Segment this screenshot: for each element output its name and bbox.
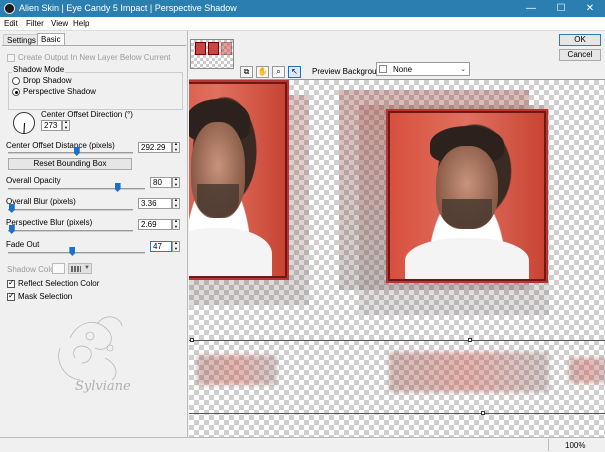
menu-edit[interactable]: Edit [4,19,18,28]
zoom-window-icon[interactable]: ⧉ [240,66,253,78]
status-bar: 100% [0,437,605,452]
photo-shirt [405,237,529,279]
perspective-blur-thumb[interactable] [8,225,15,234]
menu-filter[interactable]: Filter [26,19,44,28]
preview-canvas[interactable] [189,79,605,437]
photo-beard [442,199,492,230]
direction-needle [23,122,25,135]
shadow-color-swatch[interactable] [52,263,65,274]
bounding-box-bottom-line [189,413,605,414]
fade-out-track[interactable] [8,252,145,254]
preview-photo-main [388,111,546,281]
center-offset-distance-input[interactable]: 292.29 [138,142,172,153]
perspective-shadow-label: Perspective Shadow [23,87,96,96]
photo-shirt [189,228,272,276]
menu-view[interactable]: View [51,19,68,28]
menu-bar: Edit Filter View Help [0,17,605,31]
bounding-box-handle[interactable] [468,338,472,342]
maximize-button[interactable]: ☐ [546,0,576,17]
fade-out-spinner[interactable] [172,240,180,252]
preview-background-value: None [393,65,413,74]
bounding-box-top-line [189,340,605,341]
overall-opacity-spinner[interactable] [172,176,180,188]
center-offset-distance-track[interactable] [8,152,133,154]
center-offset-direction-input[interactable]: 273 [41,120,62,131]
bounding-box-handle[interactable] [481,411,485,415]
ok-button[interactable]: OK [559,34,601,46]
fade-out-label: Fade Out [6,240,40,249]
shadow-mode-title: Shadow Mode [12,65,66,74]
title-bar: Alien Skin | Eye Candy 5 Impact | Perspe… [0,0,605,17]
center-offset-distance-thumb[interactable] [73,147,80,156]
sylviane-watermark-logo: Sylviane [58,316,131,394]
overall-opacity-input[interactable]: 80 [150,177,172,188]
mask-selection-label: Mask Selection [18,292,73,301]
checkmark-icon: ✓ [8,291,15,300]
settings-panel: Settings Basic Create Output In New Laye… [0,31,188,437]
grid-icon [71,266,81,272]
magnifier-icon[interactable]: ⌕ [272,66,285,78]
shadow-color-label: Shadow Color [7,265,58,274]
perspective-blur-track[interactable] [8,230,133,232]
hand-icon[interactable]: ✋ [256,66,269,78]
perspective-shadow-strip [389,352,549,392]
shadow-color-dropdown[interactable]: ▼ [68,263,92,274]
overall-opacity-label: Overall Opacity [6,176,61,185]
center-offset-direction-spinner[interactable] [62,119,70,131]
thumbnail-photo [208,42,219,55]
arrow-pointer-icon[interactable]: ↖ [288,66,301,78]
overall-blur-label: Overall Blur (pixels) [6,197,76,206]
overall-blur-spinner[interactable] [172,197,180,209]
overall-opacity-track[interactable] [8,188,145,190]
status-separator [548,439,549,451]
drop-shadow-radio[interactable] [12,77,20,85]
watermark-text: Sylviane [75,379,131,394]
navigator-thumbnail[interactable] [190,39,234,69]
perspective-shadow-strip [197,355,277,385]
preview-header: ⧉ ✋ ⌕ ↖ Preview Background: None ⌄ [189,31,605,79]
overall-opacity-thumb[interactable] [114,183,121,192]
perspective-shadow-strip [569,358,605,383]
close-button[interactable]: ✕ [575,0,605,17]
reflect-selection-color-label: Reflect Selection Color [18,279,100,288]
direction-dial[interactable] [13,112,35,135]
create-output-label: Create Output In New Layer Below Current [18,53,171,62]
bounding-box-handle[interactable] [190,338,194,342]
minimize-button[interactable]: — [516,0,546,17]
center-offset-distance-spinner[interactable] [172,141,180,153]
window-title: Alien Skin | Eye Candy 5 Impact | Perspe… [19,3,237,13]
chevron-down-icon: ▼ [84,265,90,271]
alien-skin-app-icon [4,3,15,14]
overall-blur-track[interactable] [8,209,133,211]
radio-selected-dot [14,90,18,94]
perspective-blur-label: Perspective Blur (pixels) [6,218,93,227]
perspective-blur-spinner[interactable] [172,218,180,230]
create-output-checkbox[interactable] [7,54,15,62]
thumbnail-photo [221,42,232,55]
preview-background-select[interactable]: None ⌄ [376,62,470,76]
center-offset-direction-label: Center Offset Direction (°) [41,110,133,119]
chevron-down-icon: ⌄ [460,66,466,73]
fade-out-thumb[interactable] [69,247,76,256]
overall-blur-input[interactable]: 3.36 [138,198,172,209]
menu-help[interactable]: Help [73,19,89,28]
drop-shadow-label: Drop Shadow [23,76,72,85]
overall-blur-thumb[interactable] [8,204,15,213]
preview-background-swatch [379,65,387,73]
fade-out-input[interactable]: 47 [150,241,172,252]
mask-selection-checkbox[interactable]: ✓ [7,291,15,301]
center-offset-distance-label: Center Offset Distance (pixels) [6,141,115,150]
zoom-level: 100% [565,441,586,450]
preview-photo-left [189,82,287,278]
checkmark-icon: ✓ [8,278,15,287]
reset-bounding-box-button[interactable]: Reset Bounding Box [8,158,132,170]
cancel-button[interactable]: Cancel [559,49,601,61]
thumbnail-photo [195,42,206,55]
perspective-shadow-radio[interactable] [12,88,20,96]
reflect-selection-color-checkbox[interactable]: ✓ [7,278,15,288]
perspective-blur-input[interactable]: 2.69 [138,219,172,230]
